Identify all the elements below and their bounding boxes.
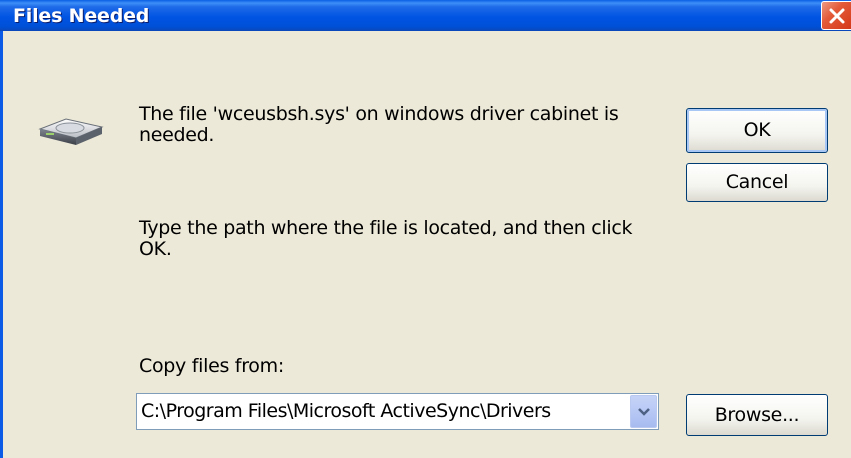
combo-dropdown-button[interactable] xyxy=(630,395,657,428)
copy-path-value[interactable]: C:\Program Files\Microsoft ActiveSync\Dr… xyxy=(141,394,551,429)
cancel-button[interactable]: Cancel xyxy=(686,163,828,202)
window-title: Files Needed xyxy=(13,5,150,27)
close-button[interactable] xyxy=(821,1,851,30)
chevron-down-icon xyxy=(638,408,650,416)
title-bar[interactable]: Files Needed xyxy=(0,0,851,31)
files-needed-dialog: Files Needed The file 'wceusbsh.sys' on … xyxy=(0,0,851,458)
copy-files-label: Copy files from: xyxy=(139,355,284,377)
browse-button[interactable]: Browse... xyxy=(686,394,828,436)
copy-path-combobox[interactable]: C:\Program Files\Microsoft ActiveSync\Dr… xyxy=(136,393,659,430)
ok-button[interactable]: OK xyxy=(686,108,828,153)
hard-drive-icon xyxy=(38,118,104,145)
message-text: The file 'wceusbsh.sys' on windows drive… xyxy=(139,103,619,146)
close-icon xyxy=(829,8,845,24)
instruction-text: Type the path where the file is located,… xyxy=(139,217,633,260)
window-left-border xyxy=(0,31,3,458)
